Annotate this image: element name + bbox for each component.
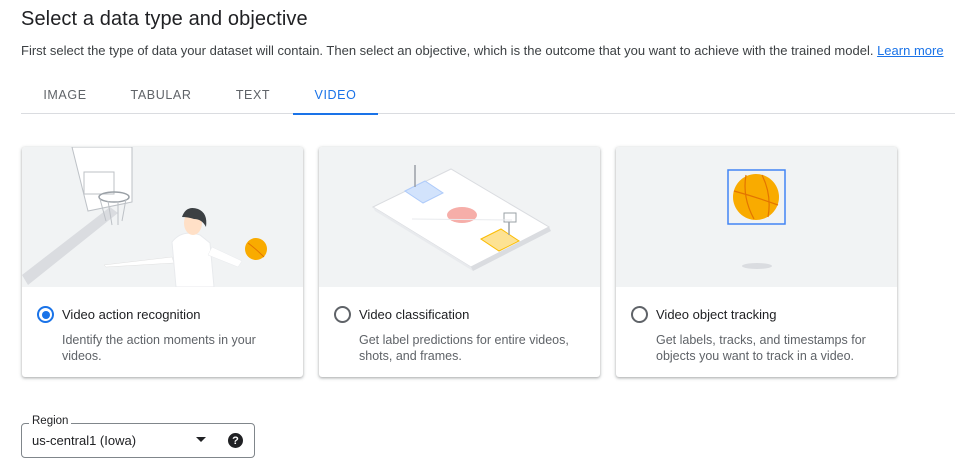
learn-more-link[interactable]: Learn more [877, 43, 943, 58]
radio-video-classification[interactable] [334, 306, 351, 323]
radio-video-action-recognition[interactable] [37, 306, 54, 323]
card-description: Get label predictions for entire videos,… [359, 333, 569, 363]
help-icon[interactable]: ? [228, 433, 243, 448]
card-title: Video object tracking [656, 307, 777, 322]
card-description: Identify the action moments in your vide… [62, 333, 256, 363]
region-label: Region [29, 415, 72, 427]
card-illustration [319, 147, 600, 287]
card-title: Video action recognition [62, 307, 201, 322]
data-type-tabs: IMAGE TABULAR TEXT VIDEO [21, 76, 955, 115]
card-video-action-recognition[interactable]: Video action recognition Identify the ac… [22, 147, 303, 377]
card-description: Get labels, tracks, and timestamps for o… [656, 333, 866, 363]
tab-tabular[interactable]: TABULAR [117, 76, 205, 114]
page-subtitle: First select the type of data your datas… [21, 43, 944, 58]
card-video-classification[interactable]: Video classification Get label predictio… [319, 147, 600, 377]
basketball-player-icon [22, 147, 267, 287]
tracked-ball-icon [727, 169, 786, 269]
tab-video[interactable]: VIDEO [293, 76, 378, 115]
region-value: us-central1 (Iowa) [32, 433, 137, 448]
tab-text[interactable]: TEXT [213, 76, 293, 114]
card-illustration [616, 147, 897, 287]
radio-video-object-tracking[interactable] [631, 306, 648, 323]
subtitle-text: First select the type of data your datas… [21, 43, 874, 58]
page-title: Select a data type and objective [21, 8, 308, 30]
card-video-object-tracking[interactable]: Video object tracking Get labels, tracks… [616, 147, 897, 377]
region-select[interactable]: Region us-central1 (Iowa) ? [21, 415, 255, 458]
basketball-court-icon [371, 165, 551, 271]
tab-image[interactable]: IMAGE [21, 76, 109, 114]
chevron-down-icon[interactable] [196, 437, 206, 442]
card-title: Video classification [359, 307, 470, 322]
card-illustration [22, 147, 303, 287]
